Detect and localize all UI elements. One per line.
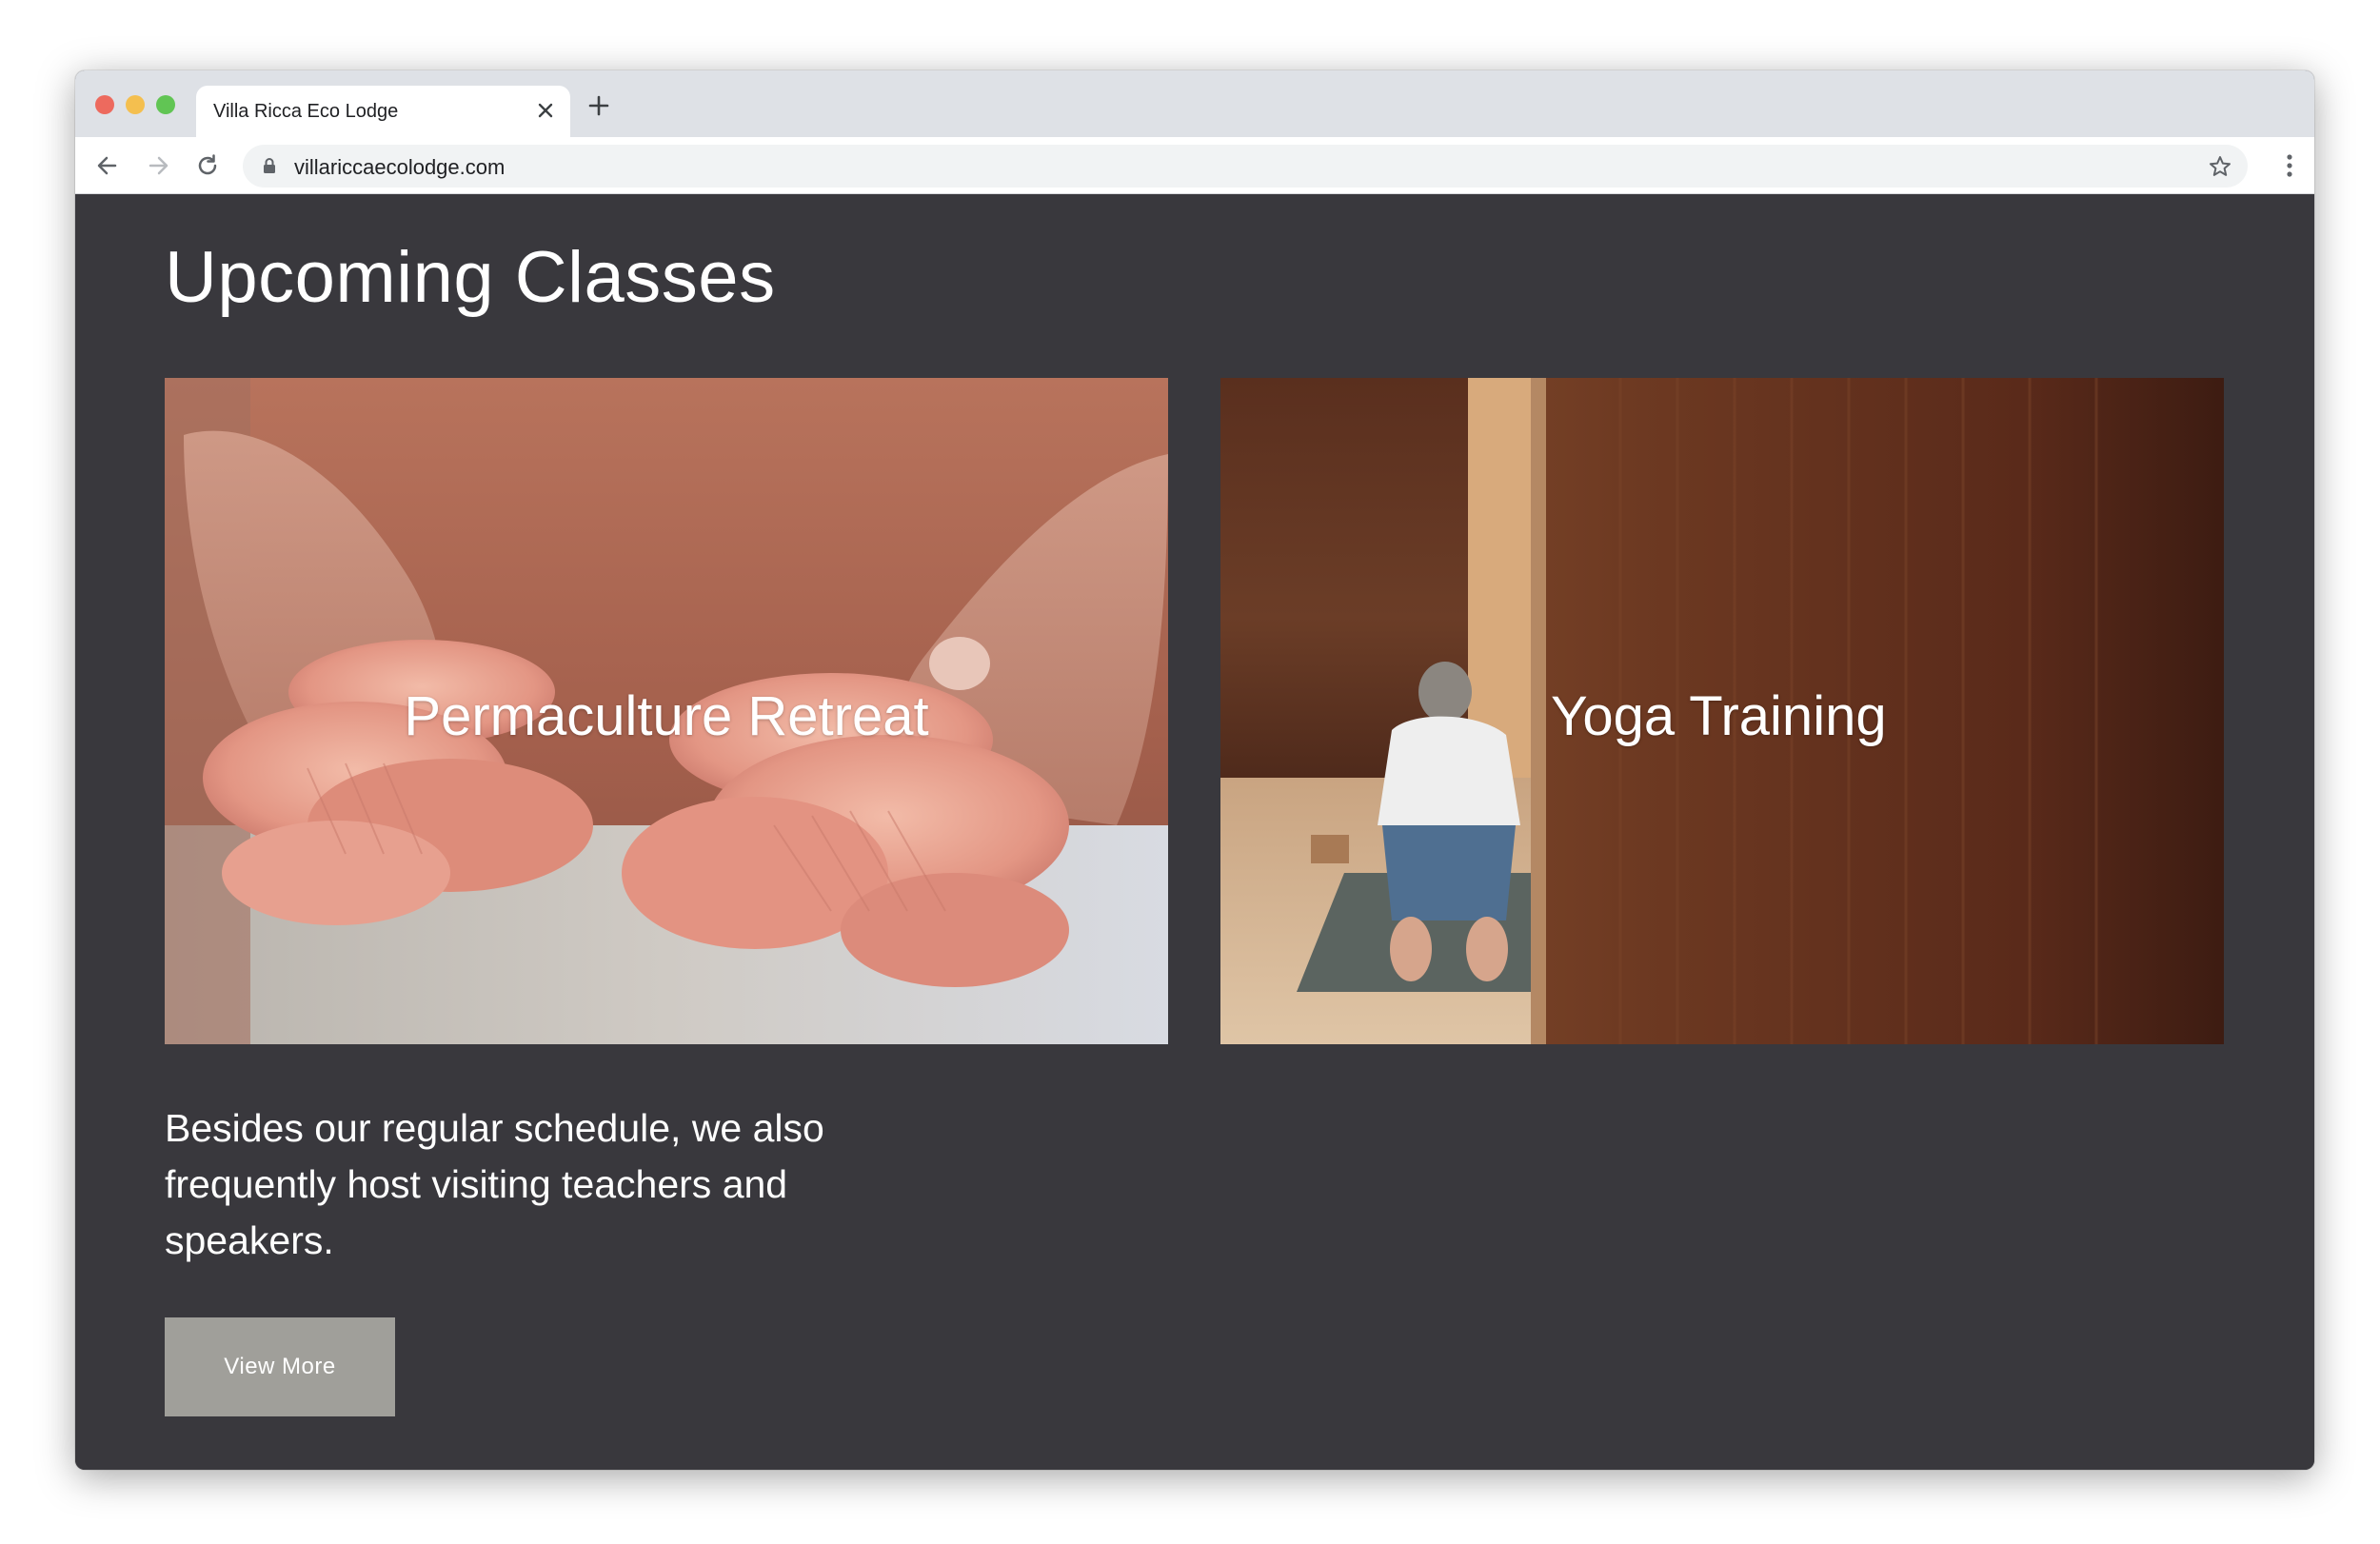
close-window-button[interactable] <box>95 95 114 114</box>
page-content: Upcoming Classes Permaculture Retreat Yo… <box>75 194 2314 1470</box>
maximize-window-button[interactable] <box>156 95 175 114</box>
lock-icon <box>264 158 275 173</box>
arrow-left-icon[interactable] <box>94 152 121 179</box>
address-bar[interactable]: villariccaecolodge.com <box>243 145 2248 188</box>
star-icon[interactable] <box>2208 154 2232 179</box>
kebab-menu-icon[interactable] <box>2286 152 2293 179</box>
card-title: Permaculture Retreat <box>404 685 929 747</box>
browser-window: Villa Ricca Eco Lodge villariccaecolodge… <box>75 70 2314 1470</box>
url-text: villariccaecolodge.com <box>294 155 506 179</box>
reload-icon[interactable] <box>194 152 221 179</box>
browser-toolbar: villariccaecolodge.com <box>75 137 2314 194</box>
section-heading: Upcoming Classes <box>165 237 776 318</box>
class-card-yoga[interactable]: Yoga Training <box>1220 378 2224 1044</box>
browser-tab-active[interactable]: Villa Ricca Eco Lodge <box>196 86 570 137</box>
close-icon[interactable] <box>534 99 557 122</box>
view-more-button[interactable]: View More <box>165 1317 395 1416</box>
class-card-permaculture[interactable]: Permaculture Retreat <box>165 378 1168 1044</box>
minimize-window-button[interactable] <box>126 95 145 114</box>
tab-strip: Villa Ricca Eco Lodge <box>75 70 2314 137</box>
section-description: Besides our regular schedule, we also fr… <box>165 1106 824 1262</box>
plus-icon[interactable] <box>586 93 611 118</box>
arrow-right-icon[interactable] <box>145 152 171 179</box>
tab-title: Villa Ricca Eco Lodge <box>213 101 399 122</box>
card-title: Yoga Training <box>1551 685 1887 747</box>
